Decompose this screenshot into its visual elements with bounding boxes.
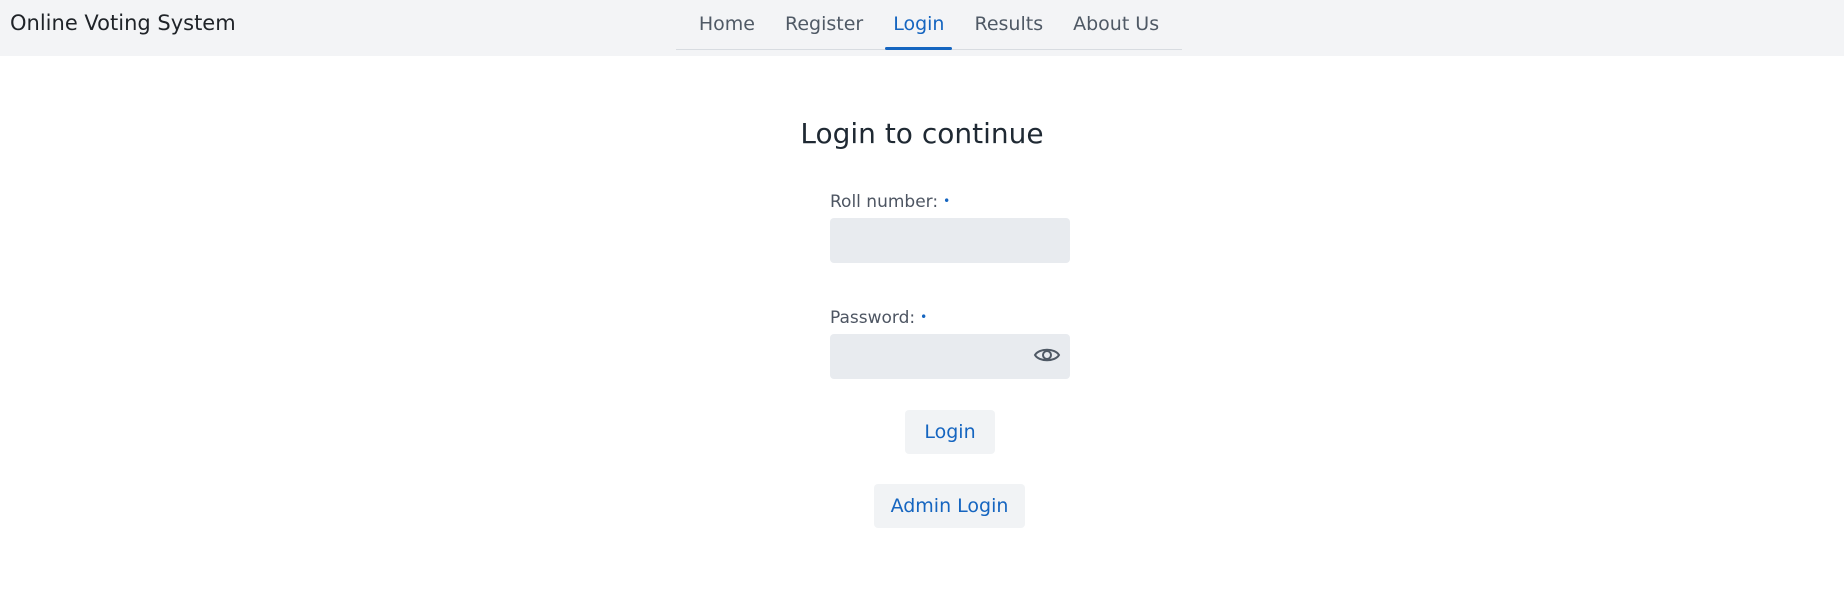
- roll-number-input[interactable]: [830, 218, 1070, 263]
- roll-number-label: Roll number: •: [830, 190, 950, 213]
- nav-tab-login[interactable]: Login: [878, 0, 959, 50]
- page-title: Login to continue: [800, 117, 1044, 150]
- password-label: Password: •: [830, 306, 927, 329]
- nav-tab-home[interactable]: Home: [684, 0, 770, 49]
- nav-tab-results[interactable]: Results: [959, 0, 1058, 49]
- required-marker: •: [920, 310, 928, 324]
- login-button[interactable]: Login: [905, 410, 995, 454]
- roll-number-label-text: Roll number:: [830, 192, 939, 212]
- top-navbar: Online Voting System Home Register Login…: [0, 0, 1844, 56]
- password-label-text: Password:: [830, 308, 916, 328]
- nav-tab-register[interactable]: Register: [770, 0, 878, 49]
- nav-tab-about-us[interactable]: About Us: [1058, 0, 1174, 49]
- site-brand[interactable]: Online Voting System: [10, 10, 236, 36]
- main-nav: Home Register Login Results About Us: [676, 0, 1182, 50]
- required-marker: •: [943, 194, 951, 208]
- admin-login-button[interactable]: Admin Login: [874, 484, 1025, 528]
- eye-icon[interactable]: [1033, 343, 1061, 367]
